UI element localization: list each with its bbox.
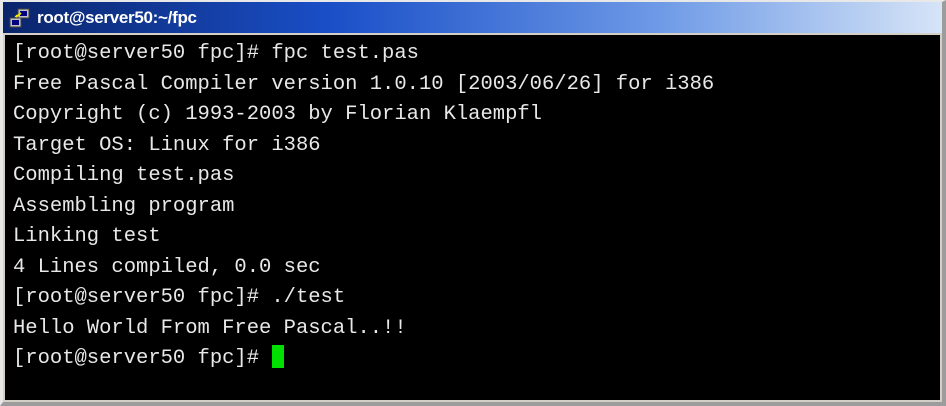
prompt-line[interactable]: [root@server50 fpc]# (13, 344, 940, 375)
terminal-line: [root@server50 fpc]# fpc test.pas (13, 42, 419, 65)
shell-prompt: [root@server50 fpc]# (13, 347, 272, 370)
terminal-line: [root@server50 fpc]# ./test (13, 286, 346, 309)
title-bar[interactable]: root@server50:~/fpc (3, 2, 942, 33)
window-title: root@server50:~/fpc (37, 7, 197, 27)
terminal-line: Copyright (c) 1993-2003 by Florian Klaem… (13, 103, 542, 126)
terminal-line: Hello World From Free Pascal..!! (13, 316, 407, 340)
terminal-line: Free Pascal Compiler version 1.0.10 [200… (13, 72, 715, 96)
terminal-window: root@server50:~/fpc [root@server50 fpc]#… (0, 0, 946, 406)
terminal-line: Target OS: Linux for i386 (13, 133, 321, 157)
text-cursor (272, 345, 285, 368)
terminal-output[interactable]: [root@server50 fpc]# fpc test.pas Free P… (5, 35, 940, 400)
putty-terminal-icon[interactable] (9, 7, 31, 29)
terminal-line: Assembling program (13, 194, 235, 218)
terminal-line: Linking test (13, 225, 161, 248)
terminal-line: 4 Lines compiled, 0.0 sec (13, 255, 321, 279)
terminal-line: Compiling test.pas (13, 164, 235, 187)
